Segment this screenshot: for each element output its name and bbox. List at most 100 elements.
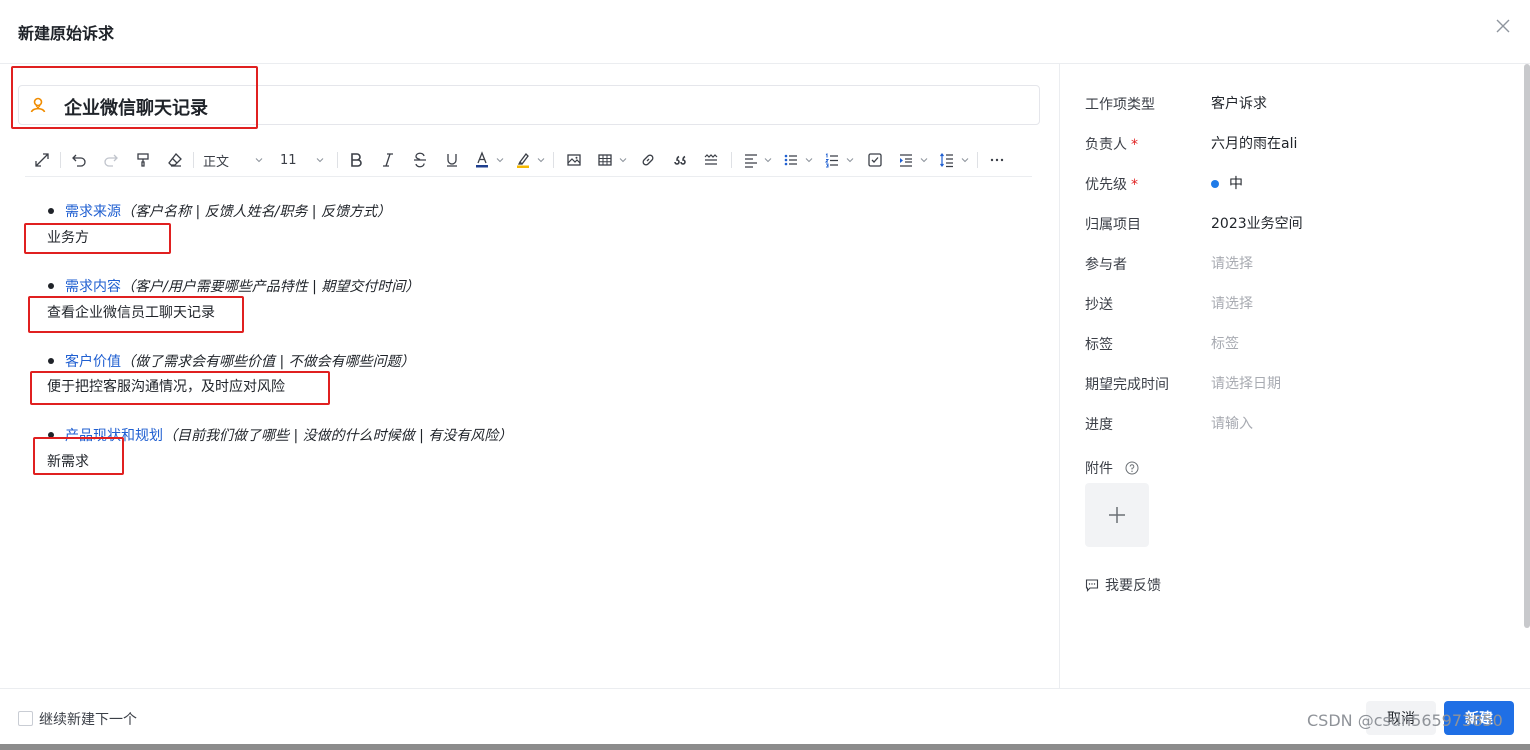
chevron-down-icon [846,158,854,163]
field-label-project: 归属项目 [1085,217,1141,233]
watermark: CSDN @csdn565973850 [1307,711,1503,730]
section-hint: （客户名称 | 反馈人姓名/职务 | 反馈方式） [121,204,391,220]
create-request-dialog: 新建原始诉求 企业微信聊天记录 正文 11 需求来源 （客户名称 | 反馈人姓名… [0,0,1530,750]
toolbar-divider [337,152,338,168]
chevron-down-icon [255,158,263,163]
section-hint: （做了需求会有哪些价值 | 不做会有哪些问题） [121,354,415,370]
paragraph-style-value: 正文 [203,154,230,170]
required-mark: * [1131,177,1138,193]
underline-icon[interactable] [441,149,463,171]
section-hint: （客户/用户需要哪些产品特性 | 期望交付时间） [121,279,420,295]
field-label-progress: 进度 [1085,417,1113,433]
list-item: 客户价值 （做了需求会有哪些价值 | 不做会有哪些问题） [48,351,415,371]
field-label-owner: 负责人 * [1085,137,1138,153]
toolbar-divider [553,152,554,168]
chevron-down-icon [619,158,627,163]
field-value-participants[interactable]: 请选择 [1211,253,1253,273]
bullet-dot [48,358,54,364]
dialog-footer: 继续新建下一个 取消 新建 CSDN @csdn565973850 [0,688,1530,750]
window-bottom-bar [0,744,1530,750]
chevron-down-icon [764,158,772,163]
dialog-header: 新建原始诉求 [0,0,1530,64]
dialog-title: 新建原始诉求 [18,24,115,43]
redo-icon[interactable] [100,149,122,171]
undo-icon[interactable] [68,149,90,171]
field-label-participants: 参与者 [1085,257,1127,273]
checklist-icon[interactable] [864,149,886,171]
align-icon[interactable] [740,149,762,171]
field-label-type: 工作项类型 [1085,97,1155,113]
required-mark: * [1131,137,1138,153]
add-attachment-button[interactable] [1085,483,1149,547]
editor-panel: 企业微信聊天记录 正文 11 需求来源 （客户名称 | 反馈人姓名/职务 | 反… [0,64,1060,688]
close-icon[interactable] [1493,16,1513,36]
annotation-box [33,437,124,475]
paragraph-style-select[interactable]: 正文 [203,149,263,171]
field-value-owner[interactable]: 六月的雨在ali [1211,133,1297,153]
properties-panel: 工作项类型 客户诉求 负责人 * 六月的雨在ali 优先级 * 中 归属项目 202… [1061,64,1530,688]
chevron-down-icon [496,158,504,163]
field-value-cc[interactable]: 请选择 [1211,293,1253,313]
chevron-down-icon [920,158,928,163]
link-icon[interactable] [637,149,659,171]
field-value-type[interactable]: 客户诉求 [1211,93,1267,113]
highlight-icon[interactable] [512,149,534,171]
chevron-down-icon [537,158,545,163]
strikethrough-icon[interactable] [409,149,431,171]
section-label[interactable]: 需求内容 [65,276,121,296]
chevron-down-icon [961,158,969,163]
toolbar-divider [193,152,194,168]
help-icon[interactable] [1125,461,1139,475]
bullet-dot [48,283,54,289]
annotation-box [11,66,258,129]
toolbar-divider [60,152,61,168]
field-value-tags[interactable]: 标签 [1211,333,1239,353]
field-value-due-date[interactable]: 请选择日期 [1211,373,1281,393]
scrollbar[interactable] [1524,64,1530,628]
numbered-list-icon[interactable] [821,149,843,171]
plus-icon [1109,507,1125,523]
continue-create-checkbox[interactable] [18,711,33,726]
section-label[interactable]: 需求来源 [65,201,121,221]
editor-toolbar: 正文 11 [25,143,1032,177]
image-icon[interactable] [563,149,585,171]
field-value-priority[interactable]: 中 [1211,173,1243,193]
annotation-box [28,296,244,333]
continue-create-label: 继续新建下一个 [39,712,137,728]
priority-dot-icon [1211,180,1219,188]
annotation-box [24,223,171,254]
field-label-cc: 抄送 [1085,297,1113,313]
field-label-priority: 优先级 * [1085,177,1138,193]
list-item: 需求内容 （客户/用户需要哪些产品特性 | 期望交付时间） [48,276,419,296]
toolbar-divider [977,152,978,168]
divider-line-icon[interactable] [700,149,722,171]
field-value-project[interactable]: 2023业务空间 [1211,213,1303,233]
field-label-tags: 标签 [1085,337,1113,353]
attachment-label: 附件 [1085,458,1139,478]
annotation-box [30,371,330,405]
field-label-due-date: 期望完成时间 [1085,377,1169,393]
font-size-value: 11 [280,152,297,168]
section-hint: （目前我们做了哪些 | 没做的什么时候做 | 有没有风险） [163,428,513,444]
bold-icon[interactable] [345,149,367,171]
italic-icon[interactable] [377,149,399,171]
format-painter-icon[interactable] [132,149,154,171]
quote-icon[interactable] [669,149,691,171]
font-color-icon[interactable] [471,149,493,171]
chevron-down-icon [805,158,813,163]
more-icon[interactable] [986,149,1008,171]
feedback-icon [1085,578,1099,592]
list-item: 需求来源 （客户名称 | 反馈人姓名/职务 | 反馈方式） [48,201,391,221]
field-value-progress[interactable]: 请输入 [1211,413,1253,433]
bullet-dot [48,208,54,214]
section-label[interactable]: 客户价值 [65,351,121,371]
chevron-down-icon [316,158,324,163]
line-height-icon[interactable] [936,149,958,171]
feedback-link[interactable]: 我要反馈 [1085,575,1161,595]
bullet-list-icon[interactable] [780,149,802,171]
clear-format-icon[interactable] [164,149,186,171]
indent-icon[interactable] [895,149,917,171]
fullscreen-icon[interactable] [31,149,53,171]
toolbar-divider [731,152,732,168]
table-icon[interactable] [594,149,616,171]
